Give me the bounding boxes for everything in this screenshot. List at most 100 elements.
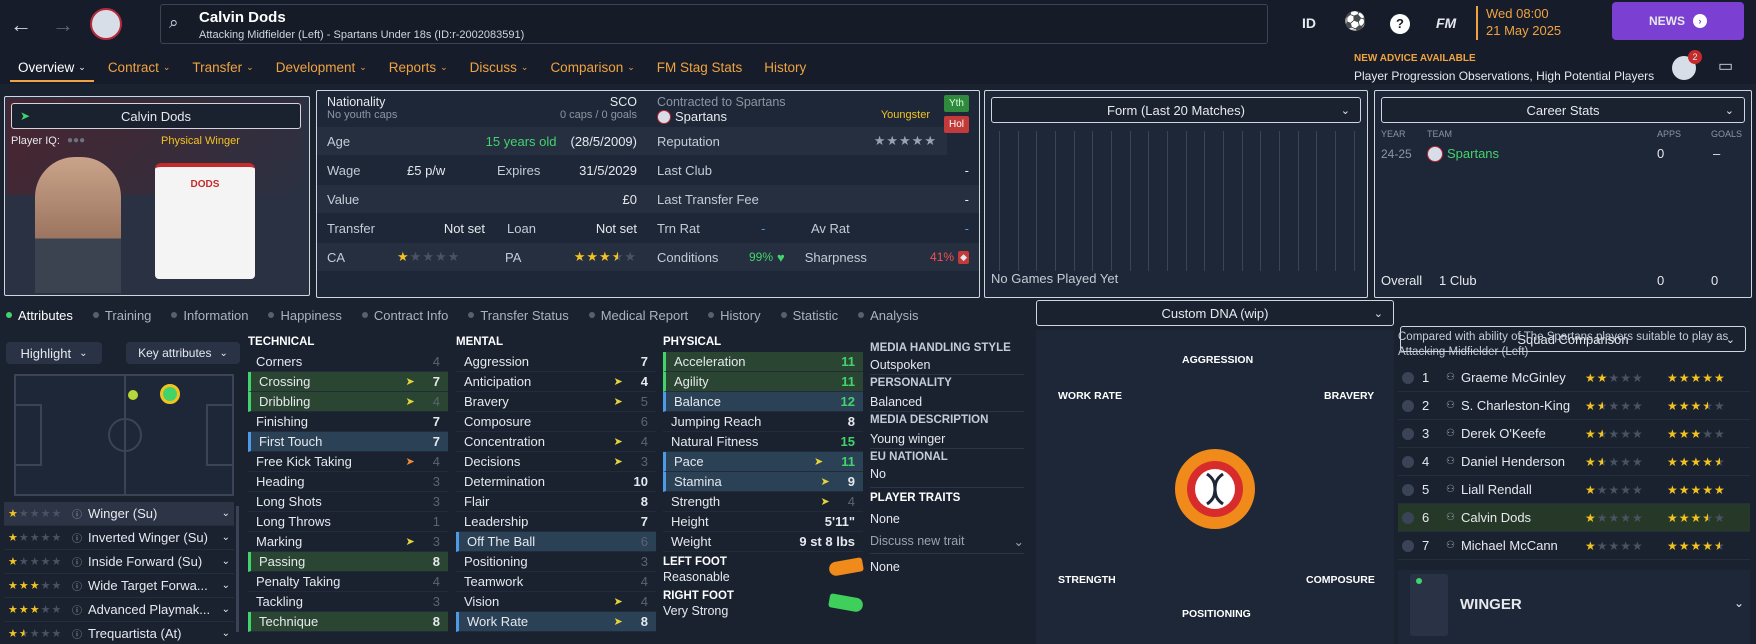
nationality-row: Nationality No youth caps SCO 0 caps / 0… <box>317 91 647 127</box>
squad-player-row[interactable]: 1 ⚇ Graeme McGinley ★★★★★ ★★★★★ <box>1398 364 1750 392</box>
news-button[interactable]: NEWS › <box>1612 2 1744 40</box>
chevron-down-icon[interactable]: ⌄ <box>222 604 230 615</box>
info-icon[interactable]: ⓘ <box>72 602 82 617</box>
nav-item-history[interactable]: History <box>764 60 806 75</box>
squad-player-row[interactable]: 5 ⚇ Liall Rendall ★★★★★ ★★★★★ <box>1398 476 1750 504</box>
tab-attributes[interactable]: Attributes <box>6 308 73 323</box>
squad-comparison-description: Compared with ability of The Spartans pl… <box>1398 331 1729 358</box>
role-item[interactable]: ★★★★★ ⓘ Inside Forward (Su) ⌄ <box>4 550 234 574</box>
role-item[interactable]: ★★★★★ ⓘ Trequartista (At) ⌄ <box>4 622 234 644</box>
chevron-down-icon[interactable]: ⌄ <box>222 508 230 519</box>
attr-value: 6 <box>640 534 648 549</box>
loan-value[interactable]: Not set <box>596 221 637 236</box>
chevron-down-icon[interactable]: ⌄ <box>222 628 230 639</box>
mental-attr-row: Decisions ➤ 3 <box>456 452 656 472</box>
key-attributes-dropdown[interactable]: Key attributes ⌄ <box>126 342 240 364</box>
physical-header: PHYSICAL <box>663 336 722 348</box>
chevron-down-icon[interactable]: ⌄ <box>1734 596 1744 610</box>
forward-arrow-icon[interactable]: → <box>52 12 74 38</box>
attr-value: 4 <box>640 374 648 389</box>
form-bar-slot <box>1148 131 1150 271</box>
chevron-down-icon[interactable]: ⌄ <box>222 532 230 543</box>
nav-item-label: Discuss <box>469 60 517 75</box>
tab-analysis[interactable]: Analysis <box>858 308 918 323</box>
football-icon[interactable]: ⚽ <box>1344 11 1366 32</box>
fm-button[interactable]: FM <box>1436 15 1456 31</box>
technical-attr-row: Dribbling ➤ 4 <box>248 392 448 412</box>
squad-player-row[interactable]: 4 ⚇ Daniel Henderson ★★★★★ ★★★★★ <box>1398 448 1750 476</box>
form-bar-slot <box>1204 131 1206 271</box>
tab-history[interactable]: History <box>708 308 760 323</box>
role-scrollbar[interactable] <box>236 506 239 632</box>
dna-dropdown[interactable]: Custom DNA (wip) ⌄ <box>1036 300 1394 326</box>
info-icon[interactable]: ⓘ <box>72 506 82 521</box>
nav-item-fm-stag-stats[interactable]: FM Stag Stats <box>657 60 743 75</box>
tab-contract-info[interactable]: Contract Info <box>362 308 448 323</box>
role-item[interactable]: ★★★★★ ⓘ Wide Target Forwa... ⌄ <box>4 574 234 598</box>
squad-player-row[interactable]: 7 ⚇ Michael McCann ★★★★★ ★★★★★ <box>1398 532 1750 560</box>
back-arrow-icon[interactable]: ← <box>10 12 32 38</box>
form-dropdown[interactable]: Form (Last 20 Matches) ⌄ <box>991 97 1361 123</box>
info-icon[interactable]: ⓘ <box>72 530 82 545</box>
attr-value: 3 <box>432 534 440 549</box>
squad-player-row[interactable]: 2 ⚇ S. Charleston-King ★★★★★ ★★★★★ <box>1398 392 1750 420</box>
chevron-down-icon: ⌄ <box>1724 104 1734 117</box>
chevron-down-icon: ⌄ <box>520 62 529 72</box>
expires-value: 31/5/2029 <box>579 162 637 178</box>
club-crest-icon[interactable] <box>90 8 122 40</box>
chevron-down-icon[interactable]: ⌄ <box>222 556 230 567</box>
nav-item-reports[interactable]: Reports ⌄ <box>389 60 448 75</box>
nav-item-development[interactable]: Development ⌄ <box>276 60 367 75</box>
info-icon[interactable]: ⓘ <box>72 578 82 593</box>
highlight-dropdown[interactable]: Highlight ⌄ <box>6 342 102 364</box>
id-button[interactable]: ID <box>1302 15 1316 31</box>
career-total-label: Overall <box>1381 273 1423 288</box>
tab-statistic[interactable]: Statistic <box>781 308 839 323</box>
discuss-trait-dropdown[interactable]: Discuss new trait ⌄ <box>870 534 1024 554</box>
tab-medical-report[interactable]: Medical Report <box>589 308 688 323</box>
squad-ca-stars: ★★★★★ <box>1584 454 1644 469</box>
info-icon[interactable]: ⓘ <box>72 554 82 569</box>
monitor-icon[interactable]: ▭ <box>1718 56 1733 76</box>
physical-attr-row: Acceleration 11 <box>663 352 863 372</box>
role-item[interactable]: ★★★★★ ⓘ Advanced Playmak... ⌄ <box>4 598 234 622</box>
attr-name: Passing <box>259 554 306 569</box>
search-box[interactable]: ⌕ Calvin Dods Attacking Midfielder (Left… <box>160 4 1268 44</box>
technical-attr-row: Long Throws 1 <box>248 512 448 532</box>
role-item[interactable]: ★★★★★ ⓘ Winger (Su) ⌄ <box>4 502 234 526</box>
weight-value: 9 st 8 lbs <box>799 534 855 549</box>
info-icon[interactable]: ⓘ <box>72 626 82 641</box>
nationality-value[interactable]: SCO <box>560 95 637 109</box>
attr-name: Jumping Reach <box>671 414 762 429</box>
nav-item-comparison[interactable]: Comparison ⌄ <box>550 60 634 75</box>
nav-item-contract[interactable]: Contract ⌄ <box>108 60 171 75</box>
player-name-title: Calvin Dods <box>199 9 286 26</box>
club-name[interactable]: Spartans <box>675 109 727 124</box>
nav-item-transfer[interactable]: Transfer ⌄ <box>192 60 253 75</box>
mini-pitch-icon <box>1410 574 1448 636</box>
media-column: MEDIA HANDLING STYLE Outspoken PERSONALI… <box>870 342 1024 574</box>
squad-pa-stars: ★★★★★ <box>1666 398 1726 413</box>
help-icon[interactable]: ? <box>1390 14 1410 34</box>
tab-transfer-status[interactable]: Transfer Status <box>468 308 568 323</box>
nav-item-discuss[interactable]: Discuss ⌄ <box>470 60 529 75</box>
squad-player-row[interactable]: 3 ⚇ Derek O'Keefe ★★★★★ ★★★★★ <box>1398 420 1750 448</box>
tab-training[interactable]: Training <box>93 308 151 323</box>
tab-happiness[interactable]: Happiness <box>268 308 341 323</box>
position-card: WINGER ⌄ <box>1398 570 1750 644</box>
career-dropdown[interactable]: Career Stats ⌄ <box>1381 97 1745 123</box>
nav-item-overview[interactable]: Overview ⌄ <box>18 60 86 75</box>
physical-attr-row: Stamina ➤ 9 <box>663 472 863 492</box>
transfer-value[interactable]: Not set <box>397 221 485 236</box>
chevron-down-icon[interactable]: ⌄ <box>222 580 230 591</box>
pitch-diagram[interactable] <box>14 374 234 496</box>
advice-text[interactable]: Player Progression Observations, High Po… <box>1354 69 1654 83</box>
squad-player-row[interactable]: 6 ⚇ Calvin Dods ★★★★★ ★★★★★ <box>1398 504 1750 532</box>
reputation-label: Reputation <box>657 133 720 149</box>
profile-name-box[interactable]: ➤ Calvin Dods <box>11 103 301 129</box>
pa-stars: ★★★★★ <box>573 249 637 264</box>
role-item[interactable]: ★★★★★ ⓘ Inverted Winger (Su) ⌄ <box>4 526 234 550</box>
tab-information[interactable]: Information <box>171 308 248 323</box>
career-team[interactable]: Spartans <box>1447 146 1499 161</box>
role-name: Inside Forward (Su) <box>88 554 203 569</box>
